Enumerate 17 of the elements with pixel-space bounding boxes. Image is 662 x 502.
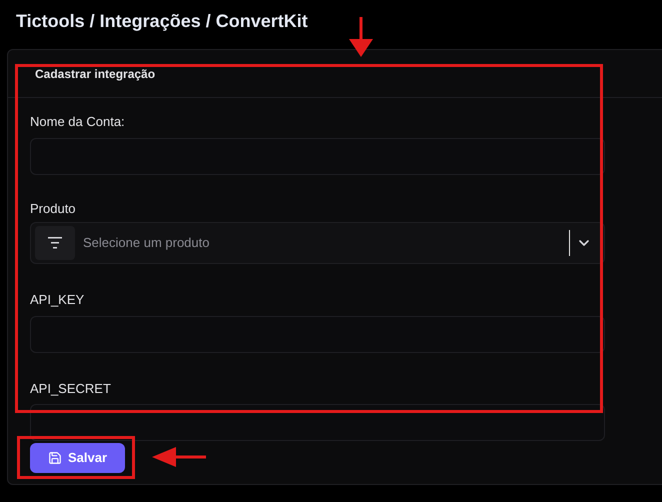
field-label: Nome da Conta: (30, 113, 126, 131)
card-title: Cadastrar integração (35, 66, 156, 82)
page-title: Tictools / Integrações / ConvertKit (16, 10, 308, 33)
field-label: Produto (30, 200, 77, 218)
save-icon (48, 451, 62, 465)
field-label: API_KEY (30, 291, 86, 309)
arrow-left-icon (152, 447, 206, 467)
filter-button[interactable] (35, 226, 75, 260)
text-field[interactable] (30, 138, 605, 174)
arrow-down-icon (349, 17, 373, 57)
text-field[interactable] (30, 316, 605, 352)
text-field[interactable] (30, 404, 605, 441)
save-button[interactable]: Salvar (30, 443, 125, 473)
product-select[interactable]: Selecione um produto (30, 222, 605, 264)
filter-icon (48, 237, 62, 249)
select-placeholder: Selecione um produto (83, 234, 210, 252)
field-label: API_SECRET (30, 380, 112, 398)
